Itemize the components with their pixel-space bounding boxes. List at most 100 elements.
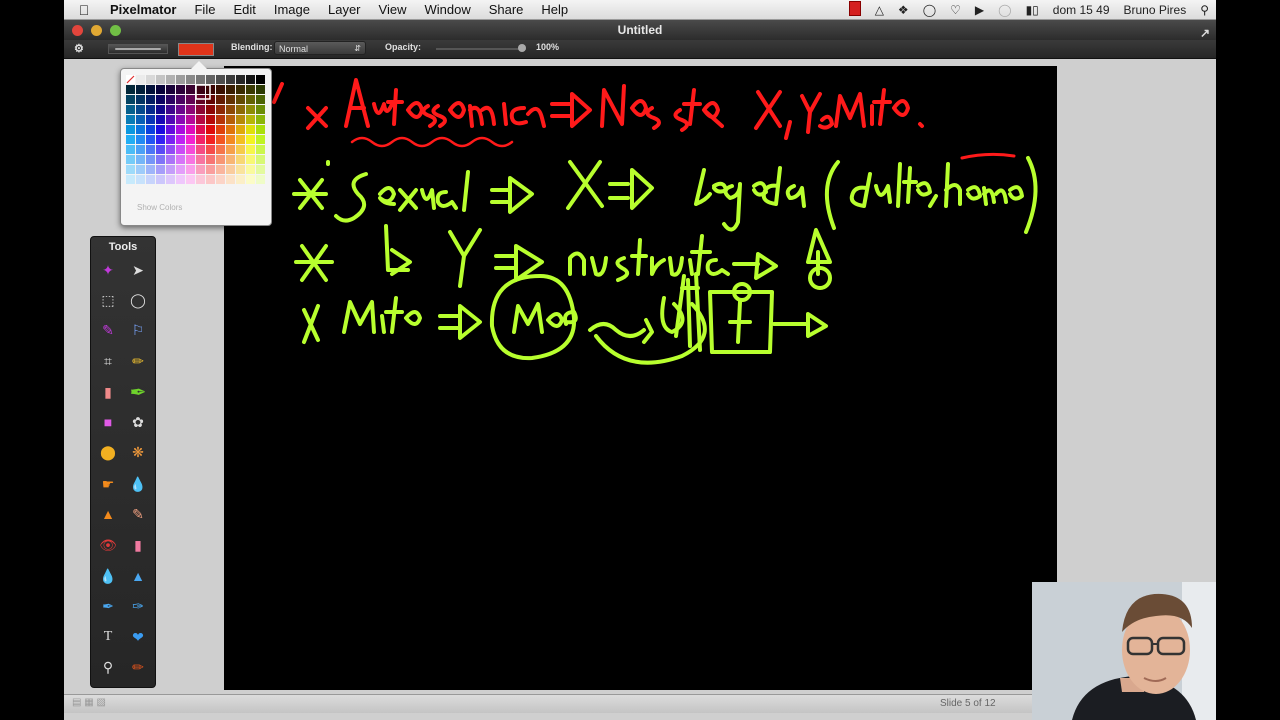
- volume-icon[interactable]: ▶: [968, 3, 991, 17]
- color-swatch[interactable]: [226, 75, 235, 84]
- type-tool-icon[interactable]: T: [97, 626, 119, 648]
- color-swatch[interactable]: [206, 75, 215, 84]
- color-swatch[interactable]: [186, 115, 195, 124]
- color-swatch[interactable]: [136, 85, 145, 94]
- color-swatch[interactable]: [146, 175, 155, 184]
- color-swatch[interactable]: [226, 115, 235, 124]
- color-swatch[interactable]: [136, 145, 145, 154]
- menu-window[interactable]: Window: [415, 2, 479, 17]
- color-swatch[interactable]: [206, 125, 215, 134]
- quick-selection-tool-icon[interactable]: ✎: [97, 319, 119, 341]
- color-swatch[interactable]: [136, 125, 145, 134]
- color-swatch[interactable]: [206, 155, 215, 164]
- color-swatch[interactable]: [166, 155, 175, 164]
- color-swatch[interactable]: [226, 165, 235, 174]
- color-swatch[interactable]: [196, 85, 205, 94]
- color-swatch[interactable]: [196, 135, 205, 144]
- opacity-value[interactable]: 100%: [536, 42, 559, 52]
- color-swatch[interactable]: [146, 75, 155, 84]
- red-square-icon[interactable]: [842, 0, 868, 19]
- color-swatch[interactable]: [216, 115, 225, 124]
- color-swatch[interactable]: [166, 85, 175, 94]
- color-swatch[interactable]: [216, 165, 225, 174]
- color-swatch[interactable]: [166, 175, 175, 184]
- color-swatch[interactable]: [126, 115, 135, 124]
- lasso-tool-icon[interactable]: ⚐: [127, 319, 149, 341]
- color-swatch[interactable]: [166, 115, 175, 124]
- color-swatch[interactable]: [176, 125, 185, 134]
- red-eye-tool-icon[interactable]: 👁: [97, 534, 119, 556]
- color-swatch[interactable]: [186, 145, 195, 154]
- color-swatch[interactable]: [186, 175, 195, 184]
- rectangle-shape-tool-icon[interactable]: ■: [97, 411, 119, 433]
- color-swatch[interactable]: [246, 115, 255, 124]
- sharpen-tool-icon[interactable]: ▲: [127, 565, 149, 587]
- sync-icon[interactable]: ◯: [991, 3, 1018, 17]
- eraser-alt-tool-icon[interactable]: ▮: [127, 534, 149, 556]
- color-swatch[interactable]: [236, 155, 245, 164]
- color-swatch[interactable]: [226, 145, 235, 154]
- color-swatch[interactable]: [156, 145, 165, 154]
- opacity-slider-knob[interactable]: [518, 44, 526, 52]
- color-swatch[interactable]: [236, 165, 245, 174]
- color-swatch[interactable]: [216, 135, 225, 144]
- color-swatch[interactable]: [236, 125, 245, 134]
- color-swatch[interactable]: [196, 145, 205, 154]
- color-swatch[interactable]: [246, 105, 255, 114]
- color-swatch[interactable]: [226, 85, 235, 94]
- color-swatch[interactable]: [126, 95, 135, 104]
- zoom-tool-icon[interactable]: ⚲: [97, 656, 119, 678]
- color-swatch[interactable]: [216, 175, 225, 184]
- paint-bucket-tool-icon[interactable]: ✏: [127, 656, 149, 678]
- spotlight-icon[interactable]: ⚲: [1193, 3, 1216, 17]
- rect-marquee-tool-icon[interactable]: ⬚: [97, 289, 119, 311]
- color-swatch[interactable]: [246, 175, 255, 184]
- dropbox-icon[interactable]: ❖: [891, 3, 916, 17]
- battery-icon[interactable]: ▮▯: [1019, 3, 1046, 17]
- timemachine-icon[interactable]: ◯: [916, 3, 943, 17]
- color-swatch[interactable]: [186, 135, 195, 144]
- color-swatch[interactable]: [236, 175, 245, 184]
- color-swatch[interactable]: [216, 75, 225, 84]
- color-swatch[interactable]: [156, 95, 165, 104]
- user-name[interactable]: Bruno Pires: [1117, 3, 1194, 17]
- color-swatch[interactable]: [186, 105, 195, 114]
- color-swatch[interactable]: [166, 145, 175, 154]
- color-swatch[interactable]: [176, 115, 185, 124]
- color-swatch[interactable]: [176, 75, 185, 84]
- color-swatch[interactable]: [216, 95, 225, 104]
- color-swatch[interactable]: [146, 85, 155, 94]
- color-swatch[interactable]: [246, 125, 255, 134]
- color-swatch[interactable]: [166, 165, 175, 174]
- ellipse-marquee-tool-icon[interactable]: ◯: [127, 289, 149, 311]
- color-swatch[interactable]: [156, 115, 165, 124]
- color-swatch[interactable]: [136, 105, 145, 114]
- color-swatch[interactable]: [126, 175, 135, 184]
- color-swatch[interactable]: [146, 165, 155, 174]
- color-swatch[interactable]: [256, 85, 265, 94]
- color-swatch[interactable]: [176, 155, 185, 164]
- blending-select[interactable]: Normal ⇵: [274, 41, 366, 55]
- color-fill-tool-icon[interactable]: ❋: [127, 441, 149, 463]
- pencil-tool-icon[interactable]: ✎: [127, 503, 149, 525]
- menu-view[interactable]: View: [370, 2, 416, 17]
- color-swatch[interactable]: [256, 175, 265, 184]
- brush-tool-icon[interactable]: ✒: [127, 381, 149, 404]
- color-swatch[interactable]: [226, 95, 235, 104]
- color-swatch[interactable]: [246, 85, 255, 94]
- color-swatch[interactable]: [156, 135, 165, 144]
- color-swatch[interactable]: [146, 95, 155, 104]
- color-swatch[interactable]: [156, 75, 165, 84]
- color-swatch[interactable]: [166, 75, 175, 84]
- stamp-tool-icon[interactable]: ▲: [97, 503, 119, 525]
- brush-preset-button[interactable]: [108, 44, 168, 54]
- color-swatch[interactable]: [256, 125, 265, 134]
- close-window-button[interactable]: [72, 25, 83, 36]
- clock[interactable]: dom 15 49: [1046, 3, 1117, 17]
- menu-edit[interactable]: Edit: [224, 2, 264, 17]
- color-swatch[interactable]: [186, 155, 195, 164]
- pen-tool-icon[interactable]: ✒: [97, 595, 119, 617]
- color-swatch[interactable]: [156, 85, 165, 94]
- color-swatch[interactable]: [136, 75, 145, 84]
- color-swatch[interactable]: [206, 115, 215, 124]
